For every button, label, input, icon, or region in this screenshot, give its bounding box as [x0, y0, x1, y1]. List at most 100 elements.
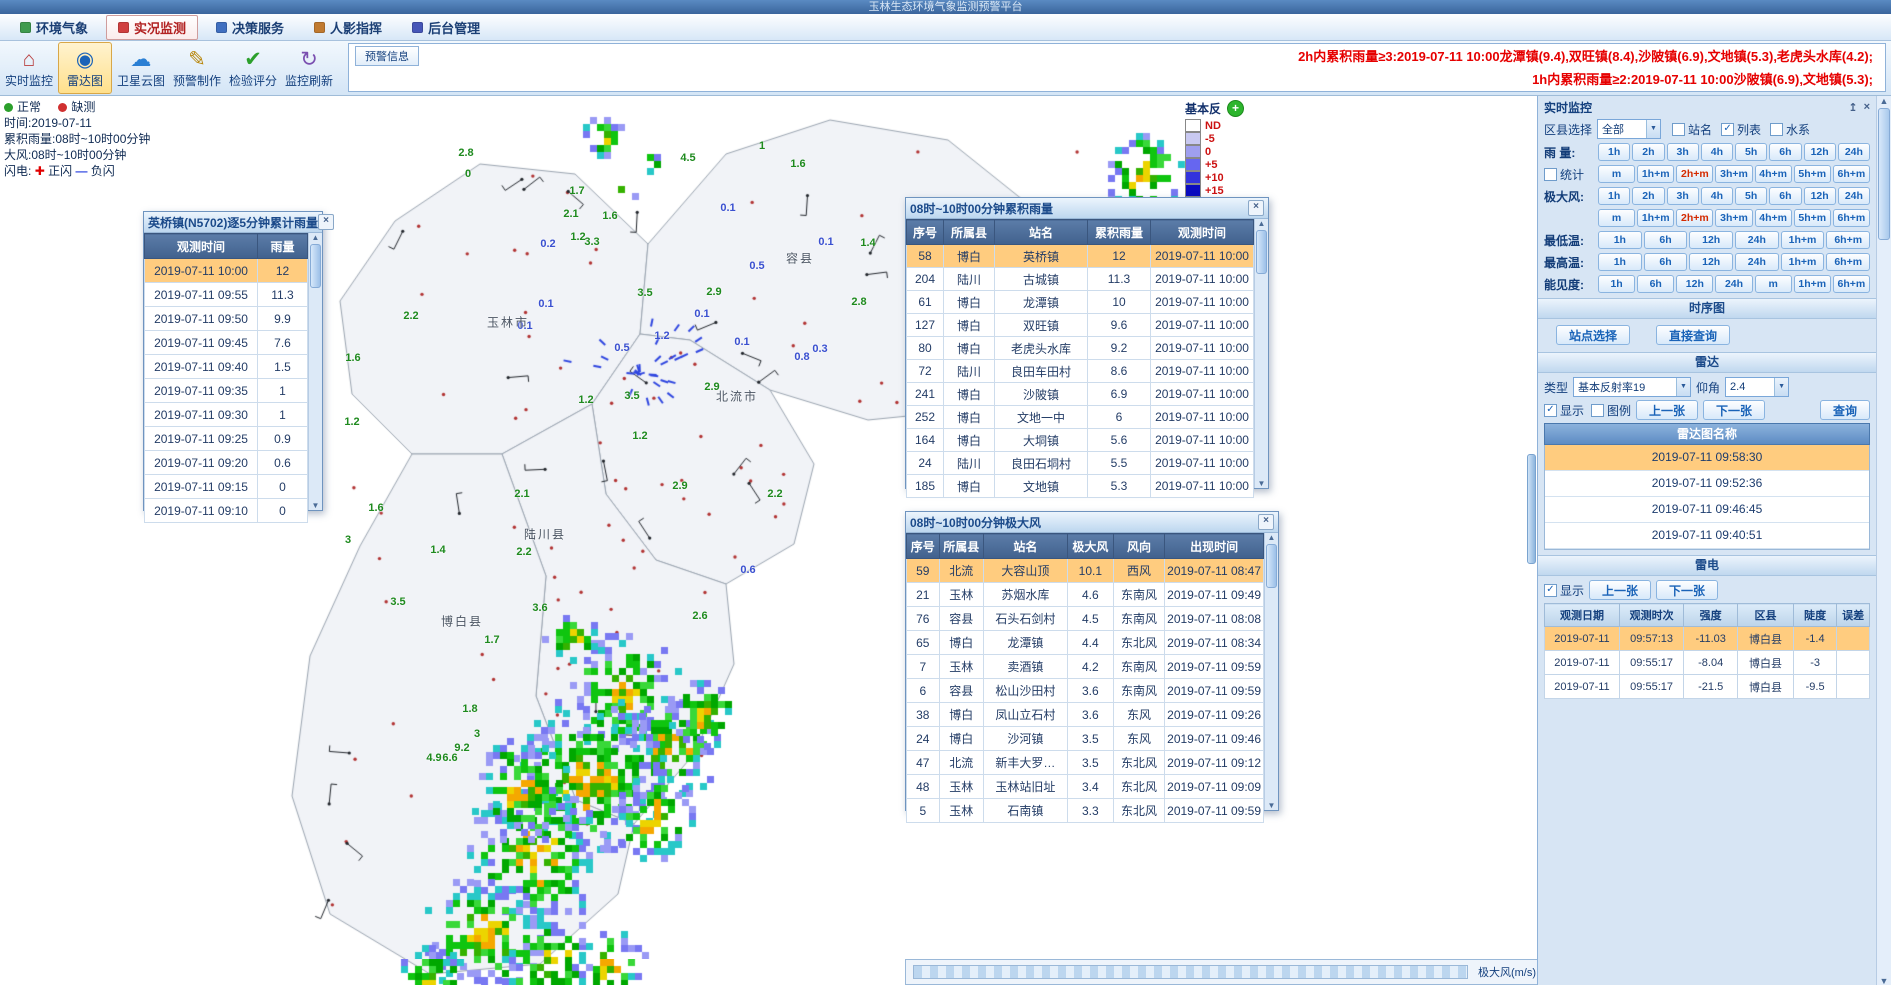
range-button-1h[interactable]: 1h	[1598, 231, 1642, 249]
table-row[interactable]: 80博白老虎头水库9.22019-07-11 10:00	[907, 337, 1254, 360]
table-row[interactable]: 7玉林卖酒镇4.2东南风2019-07-11 09:59	[907, 655, 1264, 679]
close-icon[interactable]: ×	[1258, 514, 1274, 530]
range-button-1h+m[interactable]: 1h+m	[1637, 165, 1674, 183]
table-row[interactable]: 2019-07-11 09:301	[145, 403, 308, 427]
scroll-down-icon[interactable]: ▼	[1880, 976, 1889, 985]
table-row[interactable]: 164博白大垌镇5.62019-07-11 10:00	[907, 429, 1254, 452]
table-row[interactable]: 2019-07-1109:55:17-21.5博白县-9.5	[1545, 675, 1870, 699]
menu-item-人影指挥[interactable]: 人影指挥	[302, 15, 394, 40]
scroll-up-icon[interactable]: ▲	[312, 233, 320, 242]
window-titlebar[interactable]: 英桥镇(N5702)逐5分钟累计雨量 ×	[144, 212, 322, 233]
table-row[interactable]: 21玉林苏烟水库4.6东南风2019-07-11 09:49	[907, 583, 1264, 607]
range-button-6h+m[interactable]: 6h+m	[1833, 275, 1870, 293]
radar-next-button[interactable]: 下一张	[1703, 400, 1765, 420]
radar-list-item[interactable]: 2019-07-11 09:46:45	[1545, 497, 1869, 523]
menu-item-实况监测[interactable]: 实况监测	[106, 15, 198, 40]
checkbox-box[interactable]	[1544, 168, 1557, 181]
checkbox-显示[interactable]: ✓显示	[1544, 402, 1584, 419]
table-row[interactable]: 2019-07-11 10:0012	[145, 259, 308, 283]
table-row[interactable]: 241博白沙陂镇6.92019-07-11 10:00	[907, 383, 1254, 406]
radar-type-select[interactable]: 基本反射率19 ▼	[1573, 377, 1691, 397]
checkbox-box[interactable]: ✓	[1544, 584, 1557, 597]
range-button-24h[interactable]: 24h	[1715, 275, 1752, 293]
checkbox-box[interactable]	[1672, 123, 1685, 136]
table-row[interactable]: 2019-07-1109:55:17-8.04博白县-3	[1545, 651, 1870, 675]
menu-item-决策服务[interactable]: 决策服务	[204, 15, 296, 40]
table-row[interactable]: 6容县松山沙田村3.6东南风2019-07-11 09:59	[907, 679, 1264, 703]
table-row[interactable]: 2019-07-11 09:457.6	[145, 331, 308, 355]
range-button-1h[interactable]: 1h	[1598, 143, 1630, 161]
radar-prev-button[interactable]: 上一张	[1636, 400, 1698, 420]
checkbox-图例[interactable]: 图例	[1591, 402, 1631, 419]
range-button-12h[interactable]: 12h	[1804, 187, 1836, 205]
checkbox-水系[interactable]: 水系	[1770, 121, 1810, 138]
range-button-2h[interactable]: 2h	[1632, 143, 1664, 161]
add-icon[interactable]: +	[1227, 100, 1244, 117]
table-row[interactable]: 5玉林石南镇3.3东北风2019-07-11 09:59	[907, 799, 1264, 823]
menu-item-后台管理[interactable]: 后台管理	[400, 15, 492, 40]
range-button-6h+m[interactable]: 6h+m	[1833, 165, 1870, 183]
radar-list-item[interactable]: 2019-07-11 09:52:36	[1545, 471, 1869, 497]
range-button-24h[interactable]: 24h	[1838, 143, 1870, 161]
range-button-m[interactable]: m	[1755, 275, 1792, 293]
close-icon[interactable]: ×	[1248, 200, 1264, 216]
scrollbar[interactable]: ▲▼	[1264, 533, 1278, 810]
lightning-next-button[interactable]: 下一张	[1656, 580, 1718, 600]
table-row[interactable]: 72陆川良田车田村8.62019-07-11 10:00	[907, 360, 1254, 383]
direct-query-button[interactable]: 直接查询	[1656, 325, 1730, 345]
range-button-12h[interactable]: 12h	[1804, 143, 1836, 161]
range-button-3h+m[interactable]: 3h+m	[1715, 165, 1752, 183]
scroll-down-icon[interactable]: ▼	[1258, 479, 1266, 488]
window-titlebar[interactable]: 08时~10时00分钟极大风 ×	[906, 512, 1278, 533]
table-row[interactable]: 47北流新丰大罗…3.5东北风2019-07-11 09:12	[907, 751, 1264, 775]
range-button-m[interactable]: m	[1598, 165, 1635, 183]
table-row[interactable]: 2019-07-11 09:250.9	[145, 427, 308, 451]
range-button-1h+m[interactable]: 1h+m	[1781, 231, 1825, 249]
range-button-3h[interactable]: 3h	[1667, 143, 1699, 161]
table-row[interactable]: 127博白双旺镇9.62019-07-11 10:00	[907, 314, 1254, 337]
pin-icon[interactable]: ↥	[1848, 101, 1857, 114]
range-button-5h[interactable]: 5h	[1735, 143, 1767, 161]
county-select[interactable]: 全部 ▼	[1597, 119, 1661, 139]
range-button-m[interactable]: m	[1598, 209, 1635, 227]
range-button-6h[interactable]: 6h	[1769, 143, 1801, 161]
horizontal-scrollbar[interactable]	[913, 965, 1468, 979]
checkbox-box[interactable]	[1770, 123, 1783, 136]
checkbox-box[interactable]: ✓	[1544, 404, 1557, 417]
toolbar-button-检验评分[interactable]: ✔检验评分	[226, 42, 280, 94]
checkbox-列表[interactable]: ✓列表	[1721, 121, 1761, 138]
range-button-2h+m[interactable]: 2h+m	[1676, 209, 1713, 227]
radar-list-item[interactable]: 2019-07-11 09:40:51	[1545, 523, 1869, 549]
scroll-down-icon[interactable]: ▼	[1268, 801, 1276, 810]
table-row[interactable]: 2019-07-1109:57:13-11.03博白县-1.4	[1545, 627, 1870, 651]
table-row[interactable]: 59北流大容山顶10.1西风2019-07-11 08:47	[907, 559, 1264, 583]
range-button-24h[interactable]: 24h	[1735, 253, 1779, 271]
table-row[interactable]: 252博白文地一中62019-07-11 10:00	[907, 406, 1254, 429]
range-button-1h+m[interactable]: 1h+m	[1781, 253, 1825, 271]
table-row[interactable]: 48玉林玉林站旧址3.4东北风2019-07-11 09:09	[907, 775, 1264, 799]
table-row[interactable]: 2019-07-11 09:5511.3	[145, 283, 308, 307]
range-button-24h[interactable]: 24h	[1838, 187, 1870, 205]
range-button-4h[interactable]: 4h	[1701, 187, 1733, 205]
scroll-thumb[interactable]	[1256, 230, 1267, 274]
scroll-thumb[interactable]	[1878, 108, 1890, 240]
range-button-5h+m[interactable]: 5h+m	[1794, 165, 1831, 183]
window-titlebar[interactable]: 08时~10时00分钟累积雨量 ×	[906, 198, 1268, 219]
map-area[interactable]: 1.72.82.104.51.613.30.20.10.10.51.42.82.…	[0, 96, 1537, 985]
scroll-thumb[interactable]	[1266, 544, 1277, 588]
toolbar-button-预警制作[interactable]: ✎预警制作	[170, 42, 224, 94]
scroll-up-icon[interactable]: ▲	[1258, 219, 1266, 228]
page-scrollbar[interactable]: ▲ ▼	[1876, 96, 1891, 985]
range-button-1h+m[interactable]: 1h+m	[1794, 275, 1831, 293]
range-button-1h[interactable]: 1h	[1598, 187, 1630, 205]
table-row[interactable]: 2019-07-11 09:401.5	[145, 355, 308, 379]
scroll-up-icon[interactable]: ▲	[1880, 96, 1889, 106]
range-button-1h[interactable]: 1h	[1598, 253, 1642, 271]
range-button-6h[interactable]: 6h	[1644, 231, 1688, 249]
range-button-4h+m[interactable]: 4h+m	[1755, 165, 1792, 183]
table-row[interactable]: 204陆川古城镇11.32019-07-11 10:00	[907, 268, 1254, 291]
scroll-down-icon[interactable]: ▼	[312, 501, 320, 510]
checkbox-站名[interactable]: 站名	[1672, 121, 1712, 138]
station-select-button[interactable]: 站点选择	[1556, 325, 1630, 345]
range-button-2h+m[interactable]: 2h+m	[1676, 165, 1713, 183]
